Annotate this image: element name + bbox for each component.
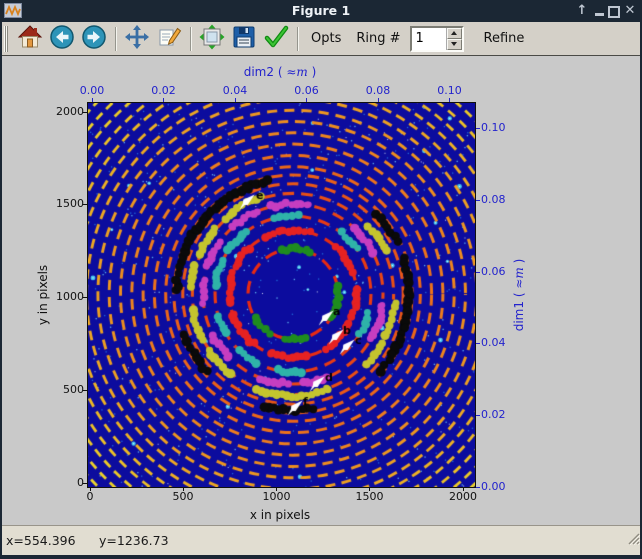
toolbar-grip[interactable] [4, 26, 8, 52]
toolbar-separator [115, 27, 116, 51]
home-icon [17, 24, 43, 53]
cursor-y-readout: y=1236.73 [99, 526, 169, 556]
right-tickmark [476, 343, 480, 344]
right-tick-label: 0.08 [481, 193, 506, 206]
y-tick-label: 1500 [42, 197, 84, 210]
window-title: Figure 1 [0, 0, 642, 22]
configure-subplots-button[interactable] [197, 24, 227, 54]
subplots-icon [199, 24, 225, 53]
right-tickmark [476, 272, 480, 273]
minimize-button[interactable] [595, 13, 604, 16]
figure-canvas-area: dim2 ( ≈m ) y in pixels dim1 ( ≈m ) x in… [0, 56, 642, 525]
forward-arrow-icon [81, 24, 107, 53]
top-tickmark [163, 98, 164, 102]
apply-button[interactable] [261, 24, 291, 54]
back-button[interactable] [47, 24, 77, 54]
right-tick-label: 0.04 [481, 336, 506, 349]
ring-number-input[interactable] [412, 28, 446, 50]
y-tick-label: 0 [42, 476, 84, 489]
spin-down-button[interactable] [447, 39, 462, 50]
top-tick-label: 0.06 [294, 84, 319, 97]
top-tickmark [378, 98, 379, 102]
cursor-x-readout: x=554.396 [6, 526, 76, 556]
up-triangle-icon [451, 31, 457, 35]
top-tickmark [449, 98, 450, 102]
top-tick-label: 0.08 [366, 84, 391, 97]
bottom-axis-title: x in pixels [250, 508, 310, 522]
edit-parameters-button[interactable] [154, 24, 184, 54]
right-tickmark [476, 487, 480, 488]
close-button[interactable]: ✕ [622, 0, 638, 22]
y-tick-label: 2000 [42, 105, 84, 118]
toolbar-separator [297, 27, 298, 51]
window-border-left [0, 22, 2, 559]
y-tick-label: 1000 [42, 290, 84, 303]
top-tick-label: 0.04 [223, 84, 248, 97]
ring-number-spinbox[interactable] [410, 26, 464, 52]
top-tickmark [92, 98, 93, 102]
right-tick-label: 0.06 [481, 265, 506, 278]
status-bar: x=554.396 y=1236.73 [0, 525, 642, 556]
floppy-save-icon [231, 24, 257, 53]
y-tick-label: 500 [42, 383, 84, 396]
right-tickmark [476, 415, 480, 416]
window-border-bottom [0, 555, 642, 559]
home-button[interactable] [15, 24, 45, 54]
maximize-button[interactable] [608, 6, 620, 18]
pan-button[interactable] [122, 24, 152, 54]
back-arrow-icon [49, 24, 75, 53]
down-triangle-icon [451, 42, 457, 46]
top-tickmark [306, 98, 307, 102]
top-tickmark [235, 98, 236, 102]
top-tick-label: 0.10 [437, 84, 462, 97]
x-tick-label: 0 [87, 490, 94, 503]
plot-area [87, 102, 476, 488]
top-axis-title: dim2 ( ≈m ) [244, 65, 317, 79]
figure-window: Figure 1 ↑ ✕ [0, 0, 642, 559]
x-tick-label: 1500 [356, 490, 384, 503]
right-tickmark [476, 200, 480, 201]
x-tick-label: 2000 [449, 490, 477, 503]
x-tick-label: 500 [173, 490, 194, 503]
x-tick-label: 1000 [263, 490, 291, 503]
notepad-pencil-icon [156, 24, 182, 53]
green-check-icon [263, 24, 289, 53]
ring-number-label: Ring # [356, 31, 400, 46]
toolbar-separator [190, 27, 191, 51]
top-tick-label: 0.02 [151, 84, 176, 97]
calibration-image-canvas[interactable] [88, 103, 475, 487]
toolbar: Opts Ring # Refine [0, 22, 642, 56]
window-shade-button[interactable]: ↑ [574, 0, 590, 22]
top-tick-label: 0.00 [80, 84, 105, 97]
right-axis-title: dim1 ( ≈m ) [512, 259, 526, 332]
resize-grip[interactable] [627, 526, 640, 553]
forward-button[interactable] [79, 24, 109, 54]
right-tick-label: 0.00 [481, 480, 506, 493]
right-tickmark [476, 128, 480, 129]
refine-button[interactable]: Refine [484, 31, 525, 46]
pan-move-icon [124, 24, 150, 53]
opts-button[interactable]: Opts [311, 31, 341, 46]
save-button[interactable] [229, 24, 259, 54]
right-tick-label: 0.10 [481, 121, 506, 134]
title-bar[interactable]: Figure 1 ↑ ✕ [0, 0, 642, 22]
right-tick-label: 0.02 [481, 408, 506, 421]
spin-up-button[interactable] [447, 28, 462, 39]
